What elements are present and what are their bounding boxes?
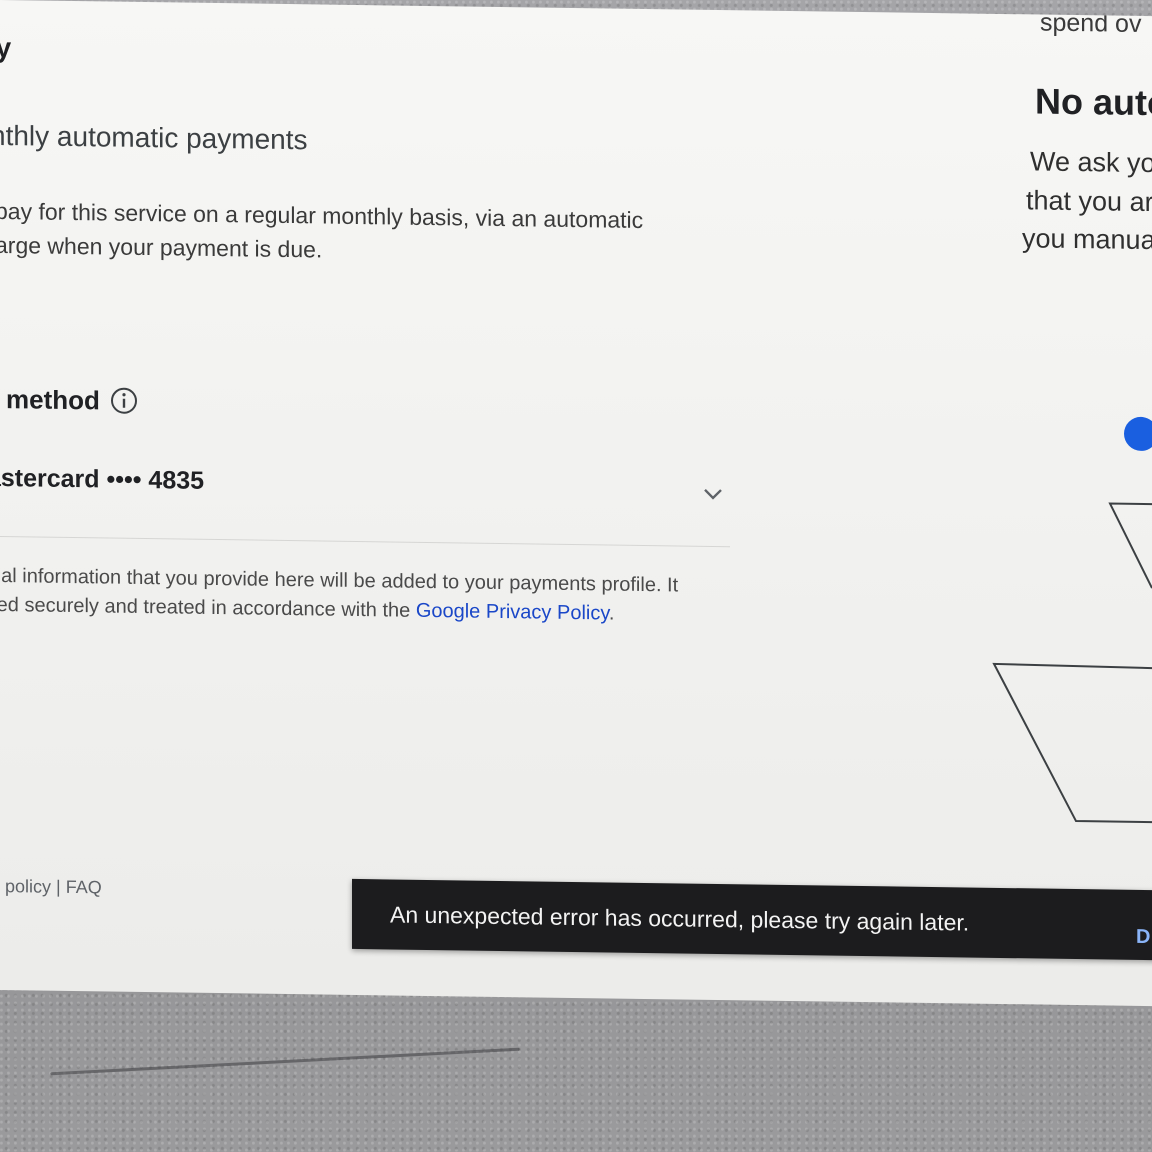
error-snackbar: An unexpected error has occurred, please… (352, 878, 1152, 961)
legal-notice-line2: red securely and treated in accordance w… (0, 594, 614, 626)
plan-description-line2: arge when your payment is due. (0, 231, 323, 263)
plan-title: nthly automatic payments (0, 119, 308, 156)
selected-card-label: lastercard •••• 4835 (0, 463, 205, 495)
dismiss-button[interactable]: D (1136, 926, 1150, 949)
desk-scratch (50, 1047, 520, 1076)
footer-links[interactable]: policy | FAQ (5, 876, 102, 898)
browser-screen: ay nthly automatic payments pay for this… (0, 0, 1152, 1007)
right-panel-text-line1: We ask yo (1030, 146, 1152, 179)
legal-notice-suffix: . (608, 602, 615, 625)
right-panel-text-line3: you manua (1022, 223, 1152, 256)
right-panel-title: No auto (1035, 80, 1152, 124)
radio-selected-dot[interactable] (1124, 416, 1152, 452)
right-panel-text-line2: that you ar (1026, 185, 1152, 218)
payment-method-select[interactable]: lastercard •••• 4835 (0, 451, 730, 548)
legal-notice-line1: nal information that you provide here wi… (0, 564, 679, 597)
chevron-down-icon[interactable] (702, 486, 724, 502)
payment-method-label: method (6, 384, 100, 416)
plan-description-line1: pay for this service on a regular monthl… (0, 197, 644, 233)
info-icon[interactable] (110, 387, 138, 415)
page-heading: ay (0, 31, 12, 64)
privacy-policy-link[interactable]: Google Privacy Policy (416, 600, 609, 625)
error-message: An unexpected error has occurred, please… (390, 901, 970, 936)
illustration-outline (992, 502, 1152, 824)
legal-notice-prefix: red securely and treated in accordance w… (0, 593, 416, 622)
